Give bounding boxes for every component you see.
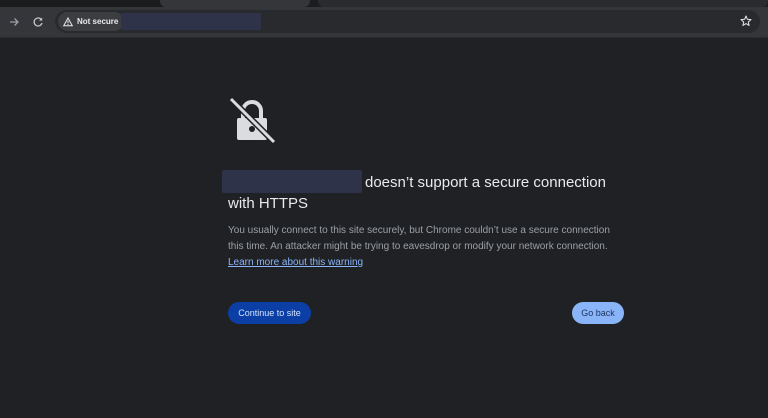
warning-triangle-icon [63,16,73,26]
tab[interactable] [160,0,310,7]
warning-description: You usually connect to this site securel… [228,223,624,271]
star-icon [740,15,752,26]
security-label: Not secure [77,17,119,26]
warning-text: You usually connect to this site securel… [228,225,610,252]
bookmark-button[interactable] [738,13,754,29]
browser-toolbar: Not secure [0,7,768,38]
reload-button[interactable] [28,12,48,32]
page-heading: doesn’t support a secure connection with… [222,170,628,214]
forward-button[interactable] [4,12,24,32]
tab-strip [0,0,768,7]
interstitial-page: doesn’t support a secure connection with… [0,38,768,418]
browser-window: Not secure doesn’t support a secure conn… [0,0,768,418]
go-back-button[interactable]: Go back [572,302,624,324]
arrow-right-icon [10,18,19,26]
tab[interactable] [318,0,768,7]
learn-more-link[interactable]: Learn more about this warning [228,257,363,268]
hostname-redacted [222,170,362,193]
reload-icon [33,17,43,27]
crossed-out-lock-icon [228,96,276,144]
address-bar[interactable]: Not secure [55,10,760,33]
url-text-redacted[interactable] [121,13,261,30]
security-indicator[interactable]: Not secure [58,12,125,31]
continue-to-site-button[interactable]: Continue to site [228,302,311,324]
